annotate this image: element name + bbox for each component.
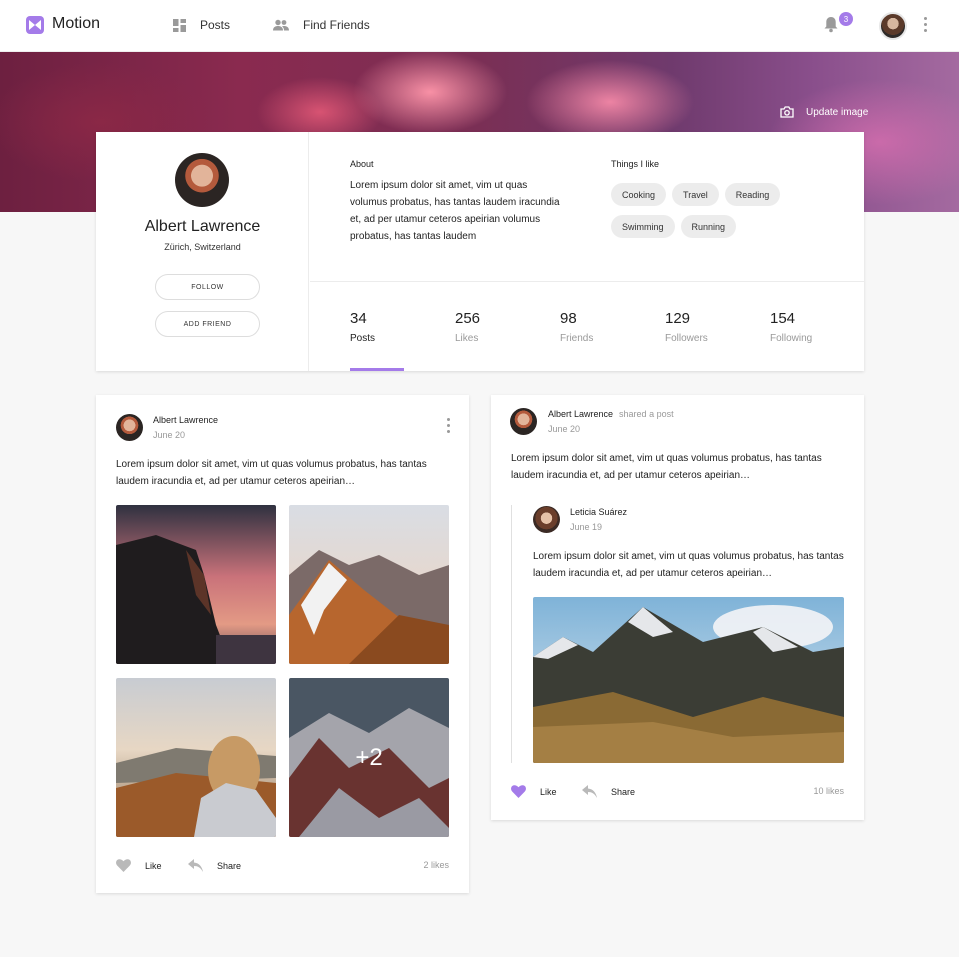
- nav-item-label: Find Friends: [303, 18, 370, 32]
- profile-card: Albert Lawrence Zürich, Switzerland FOLL…: [96, 132, 864, 371]
- post-author-name[interactable]: Albert Lawrence: [153, 415, 218, 425]
- post-more-icon[interactable]: [446, 418, 450, 433]
- about-text: Lorem ipsum dolor sit amet, vim ut quas …: [350, 180, 560, 242]
- divider: [310, 281, 864, 282]
- shared-action-text: shared a post: [619, 409, 674, 419]
- like-button[interactable]: Like: [511, 785, 557, 798]
- stat-value: 154: [770, 310, 796, 327]
- post-date: June 20: [153, 430, 186, 440]
- share-button[interactable]: Share: [582, 785, 635, 798]
- nav-item-posts[interactable]: Posts: [173, 16, 230, 34]
- user-avatar[interactable]: [879, 12, 907, 40]
- tag-reading[interactable]: Reading: [724, 183, 781, 206]
- profile-summary: Albert Lawrence Zürich, Switzerland FOLL…: [96, 132, 309, 371]
- more-vert-icon[interactable]: [923, 17, 927, 32]
- tag-travel[interactable]: Travel: [672, 183, 719, 206]
- people-icon: [273, 19, 289, 31]
- dashboard-icon: [173, 18, 186, 32]
- share-label: Share: [611, 786, 636, 797]
- stat-following[interactable]: 154 Following: [770, 310, 812, 344]
- post-author-name[interactable]: Albert Lawrence: [548, 409, 613, 419]
- things-i-like-title: Things I like: [611, 159, 660, 169]
- heart-icon: [116, 859, 131, 872]
- update-image-label: Update image: [806, 106, 869, 118]
- profile-avatar: [175, 153, 229, 207]
- nav-item-find-friends[interactable]: Find Friends: [273, 16, 370, 34]
- motion-logo-icon[interactable]: [26, 16, 44, 34]
- active-tab-indicator: [350, 368, 404, 371]
- heart-icon: [511, 785, 526, 798]
- shared-author-avatar[interactable]: [533, 506, 560, 533]
- post-photo-cliff[interactable]: [116, 505, 276, 664]
- shared-author-name[interactable]: Leticia Suárez: [570, 507, 627, 517]
- post-date: June 20: [548, 424, 581, 434]
- stat-value: 34: [350, 310, 367, 327]
- likes-count: 10 likes: [813, 786, 844, 796]
- likes-count: 2 likes: [423, 860, 449, 870]
- shared-post-photo-mountains[interactable]: [533, 597, 844, 763]
- reply-icon: [188, 859, 203, 872]
- post-photo-snowy-peak[interactable]: +2: [289, 678, 449, 837]
- like-label: Like: [145, 860, 162, 871]
- stat-posts[interactable]: 34 Posts: [350, 310, 375, 344]
- stat-label: Friends: [560, 333, 594, 344]
- about-title: About: [350, 159, 374, 169]
- stat-label: Likes: [455, 333, 479, 344]
- reply-icon: [582, 785, 597, 798]
- post-author-avatar[interactable]: [510, 408, 537, 435]
- share-button[interactable]: Share: [188, 859, 241, 872]
- stat-value: 256: [455, 310, 481, 327]
- post-text: Lorem ipsum dolor sit amet, vim ut quas …: [511, 453, 822, 481]
- stat-value: 98: [560, 310, 577, 327]
- post-photo-woman-hill[interactable]: [116, 678, 276, 837]
- stat-label: Followers: [665, 333, 708, 344]
- camera-icon: [780, 106, 794, 118]
- update-image-button[interactable]: Update image: [780, 106, 868, 118]
- stat-label: Posts: [350, 333, 376, 344]
- stat-followers[interactable]: 129 Followers: [665, 310, 708, 344]
- stat-likes[interactable]: 256 Likes: [455, 310, 480, 344]
- shared-post-text: Lorem ipsum dolor sit amet, vim ut quas …: [533, 551, 844, 579]
- shared-post-card: Albert Lawrence shared a post June 20 Lor…: [491, 395, 864, 820]
- shared-post-date: June 19: [570, 522, 603, 532]
- tag-swimming[interactable]: Swimming: [611, 215, 675, 238]
- post-author-line: Albert Lawrence shared a post: [548, 409, 674, 419]
- post-photo-mountain-ridge[interactable]: [289, 505, 449, 664]
- post-text: Lorem ipsum dolor sit amet, vim ut quas …: [116, 459, 427, 487]
- stat-value: 129: [665, 310, 691, 327]
- app-name[interactable]: Motion: [52, 15, 100, 33]
- add-friend-button[interactable]: ADD FRIEND: [155, 311, 260, 337]
- profile-name: Albert Lawrence: [144, 218, 261, 235]
- top-bar: Motion Posts Find Friends 3: [0, 0, 959, 52]
- stat-label: Following: [770, 333, 813, 344]
- like-button[interactable]: Like: [116, 859, 162, 872]
- stat-friends[interactable]: 98 Friends: [560, 310, 593, 344]
- quote-divider: [511, 505, 512, 763]
- profile-location: Zürich, Switzerland: [164, 242, 241, 252]
- like-label: Like: [540, 786, 557, 797]
- more-photos-count[interactable]: +2: [289, 678, 449, 837]
- tag-cooking[interactable]: Cooking: [611, 183, 667, 206]
- tag-running[interactable]: Running: [680, 215, 737, 238]
- nav-item-label: Posts: [200, 18, 231, 32]
- notification-count-badge: 3: [839, 12, 853, 26]
- follow-button[interactable]: FOLLOW: [155, 274, 260, 300]
- interest-tags: Cooking Travel Reading Swimming Running: [611, 183, 811, 238]
- share-label: Share: [217, 860, 242, 871]
- notifications-bell-icon[interactable]: [823, 16, 839, 38]
- post-author-avatar[interactable]: [116, 414, 143, 441]
- post-card: Albert Lawrence June 20 Lorem ipsum dolo…: [96, 395, 469, 893]
